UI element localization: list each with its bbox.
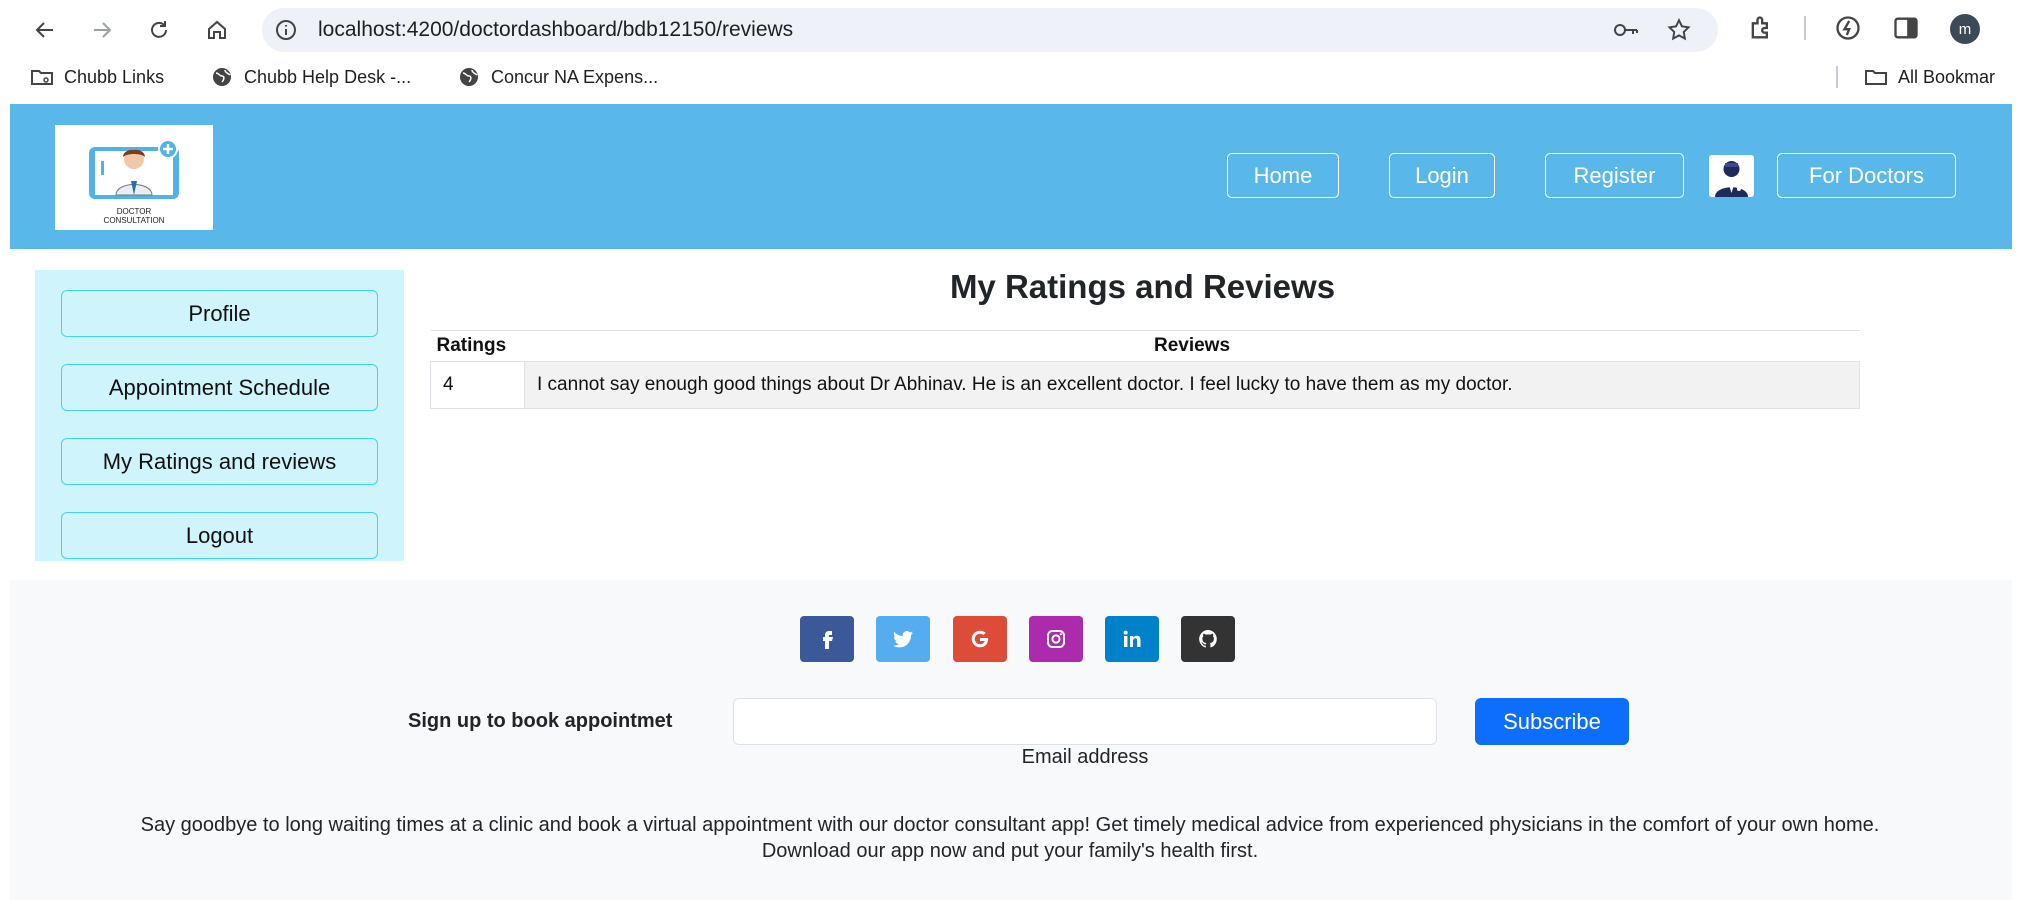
review-cell: I cannot say enough good things about Dr… xyxy=(524,361,1860,409)
bookmarks-divider xyxy=(1836,66,1838,88)
subscribe-button[interactable]: Subscribe xyxy=(1475,698,1629,745)
email-field-label: Email address xyxy=(1021,746,1149,768)
performance-icon[interactable] xyxy=(1834,14,1862,42)
globe-icon xyxy=(460,68,478,86)
home-button[interactable] xyxy=(199,12,235,48)
sidebar-item-ratings-reviews[interactable]: My Ratings and reviews xyxy=(61,438,378,485)
sidebar: Profile Appointment Schedule My Ratings … xyxy=(35,270,404,561)
google-icon xyxy=(971,630,989,648)
page-title: My Ratings and Reviews xyxy=(949,268,1336,305)
github-button[interactable] xyxy=(1181,616,1235,662)
all-bookmarks[interactable]: All Bookmar xyxy=(1864,62,1995,92)
reload-icon xyxy=(151,21,167,38)
facebook-button[interactable] xyxy=(800,616,854,662)
profile-avatar[interactable]: m xyxy=(1950,14,1980,44)
bookmark-label: Chubb Links xyxy=(64,66,165,87)
google-button[interactable] xyxy=(953,616,1007,662)
all-bookmarks-label: All Bookmar xyxy=(1898,66,1996,87)
back-button[interactable] xyxy=(27,12,63,48)
column-header-reviews: Reviews xyxy=(524,330,1860,362)
footer: Sign up to book appointmet Email address… xyxy=(10,580,2012,900)
folder-icon xyxy=(31,70,53,85)
key-icon[interactable] xyxy=(1612,18,1640,42)
nav-register-button[interactable]: Register xyxy=(1545,153,1684,198)
url-text[interactable]: localhost:4200/doctordashboard/bdb12150/… xyxy=(318,17,793,43)
table-row: 4 I cannot say enough good things about … xyxy=(430,361,1860,409)
instagram-button[interactable] xyxy=(1029,616,1083,662)
column-header-ratings: Ratings xyxy=(430,330,525,362)
browser-chrome: localhost:4200/doctordashboard/bdb12150/… xyxy=(0,0,2021,102)
signup-label: Sign up to book appointmet xyxy=(408,710,673,732)
linkedin-icon xyxy=(1123,630,1141,647)
nav-for-doctors-button[interactable]: For Doctors xyxy=(1777,153,1956,198)
toolbar-divider xyxy=(1804,16,1806,40)
logo[interactable]: DOCTOR CONSULTATION xyxy=(55,125,213,230)
twitter-icon xyxy=(893,631,913,648)
star-icon[interactable] xyxy=(1666,17,1692,43)
home-icon xyxy=(208,20,226,39)
info-icon[interactable] xyxy=(274,18,298,42)
bookmark-label: Chubb Help Desk -... xyxy=(244,66,412,87)
doctor-consultation-logo-icon xyxy=(89,139,179,199)
bookmark-concur[interactable]: Concur NA Expens... xyxy=(457,62,658,92)
twitter-button[interactable] xyxy=(876,616,930,662)
sidebar-item-profile[interactable]: Profile xyxy=(61,290,378,337)
app-header: DOCTOR CONSULTATION Home Login Register … xyxy=(10,104,2012,249)
arrow-right-icon xyxy=(94,22,112,38)
logo-text: DOCTOR CONSULTATION xyxy=(55,207,213,225)
linkedin-button[interactable] xyxy=(1105,616,1159,662)
extensions-icon[interactable] xyxy=(1747,14,1775,42)
instagram-icon xyxy=(1047,630,1065,648)
doctor-avatar-graphic xyxy=(1709,155,1754,197)
doctor-avatar-icon[interactable] xyxy=(1709,155,1754,197)
folder-icon xyxy=(1865,70,1887,85)
bookmark-chubb-help-desk[interactable]: Chubb Help Desk -... xyxy=(210,62,411,92)
reviews-table: Ratings Reviews 4 I cannot say enough go… xyxy=(430,330,1860,409)
address-bar[interactable]: localhost:4200/doctordashboard/bdb12150/… xyxy=(262,8,1718,52)
side-panel-icon[interactable] xyxy=(1892,14,1920,42)
footer-tagline: Say goodbye to long waiting times at a c… xyxy=(140,814,1880,862)
reload-button[interactable] xyxy=(141,12,177,48)
github-icon xyxy=(1199,630,1217,648)
logo-text-line1: DOCTOR xyxy=(116,207,152,216)
forward-button[interactable] xyxy=(84,12,120,48)
bookmark-chubb-links[interactable]: Chubb Links xyxy=(30,62,164,92)
rating-cell: 4 xyxy=(430,361,525,409)
bookmark-label: Concur NA Expens... xyxy=(491,66,659,87)
arrow-left-icon xyxy=(35,22,53,38)
nav-home-button[interactable]: Home xyxy=(1227,153,1339,198)
nav-login-button[interactable]: Login xyxy=(1389,153,1495,198)
table-header-row: Ratings Reviews xyxy=(430,330,1860,362)
logo-text-line2: CONSULTATION xyxy=(103,216,165,225)
sidebar-item-logout[interactable]: Logout xyxy=(61,512,378,559)
facebook-icon xyxy=(823,631,833,649)
globe-icon xyxy=(213,68,231,86)
email-input[interactable] xyxy=(733,698,1437,745)
sidebar-item-appointment-schedule[interactable]: Appointment Schedule xyxy=(61,364,378,411)
